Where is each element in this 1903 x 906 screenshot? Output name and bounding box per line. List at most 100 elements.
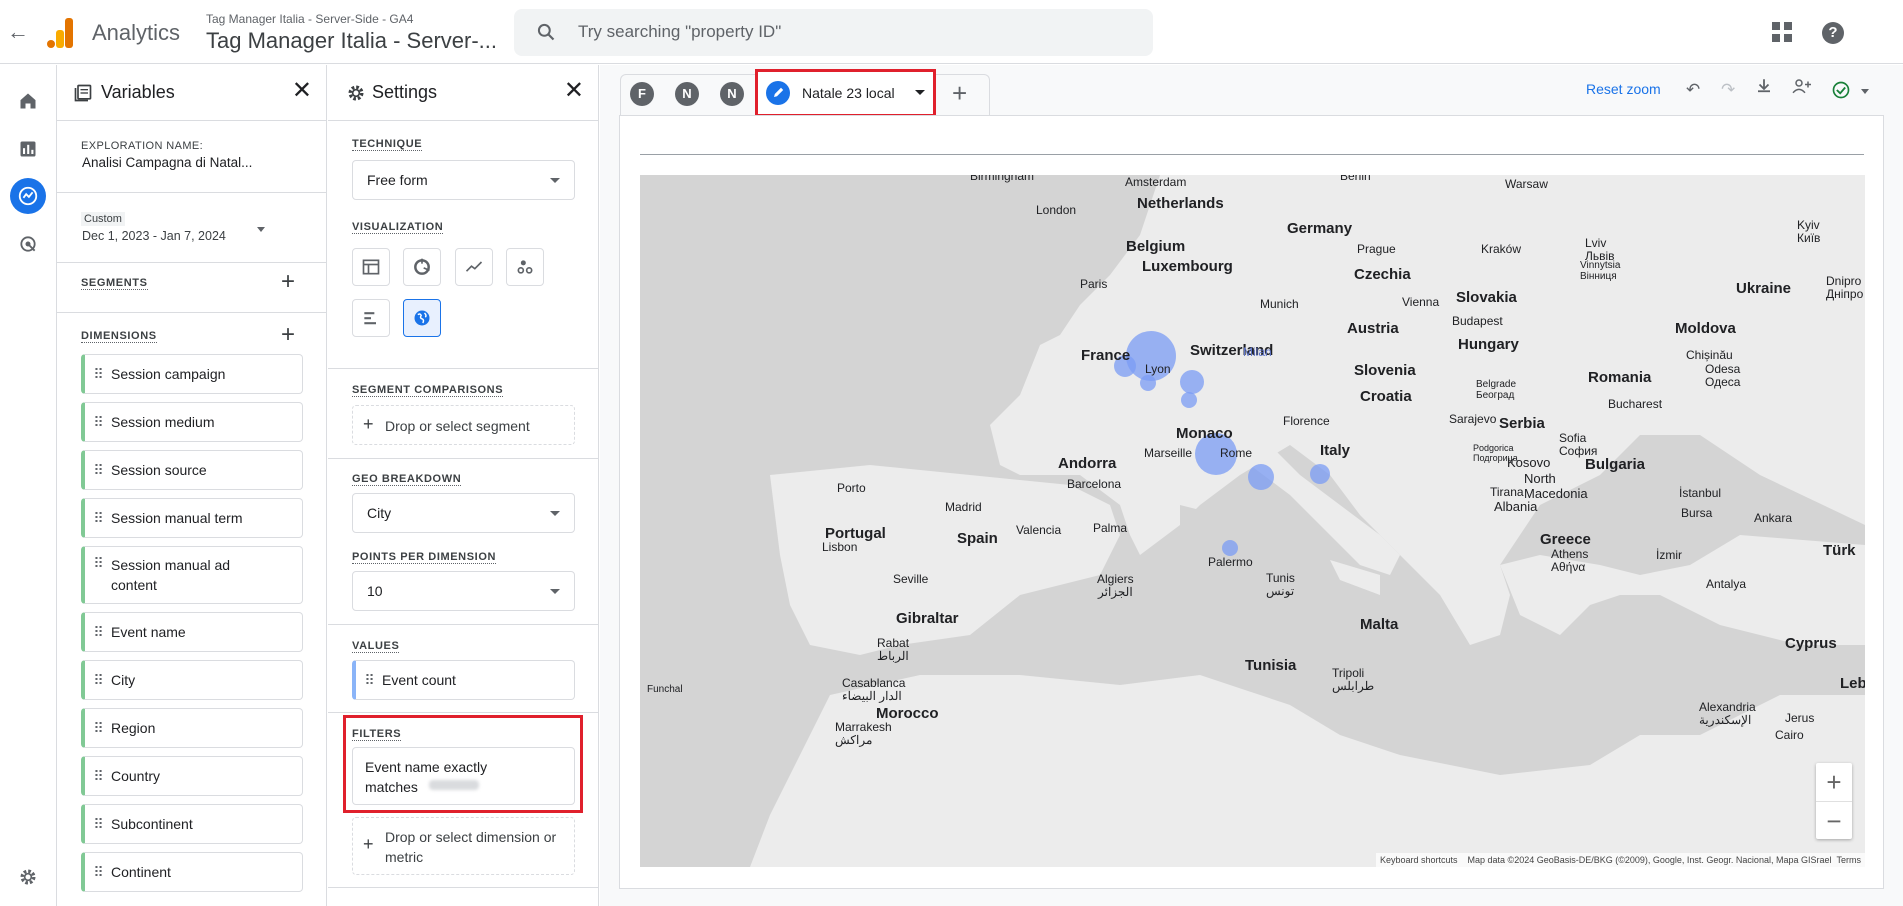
map-label: İstanbul [1679, 486, 1722, 500]
dimension-chip[interactable]: ⠿ Session campaign [81, 354, 303, 394]
drag-handle-icon[interactable]: ⠿ [85, 768, 111, 785]
zoom-out-icon[interactable]: − [1816, 801, 1852, 839]
bubble[interactable] [1248, 464, 1274, 490]
chevron-down-icon [550, 589, 560, 594]
drag-handle-icon[interactable]: ⠿ [85, 462, 111, 479]
advertising-icon[interactable] [12, 228, 44, 260]
drag-handle-icon[interactable]: ⠿ [85, 864, 111, 881]
map-label: Romania [1588, 369, 1652, 386]
map-label: Bulgaria [1585, 456, 1646, 473]
map-label: Vinnytsia Вінниця [1580, 260, 1621, 282]
dimension-chip[interactable]: ⠿ Region [81, 708, 303, 748]
home-icon[interactable] [12, 85, 44, 117]
map-label: Chișinău [1686, 348, 1733, 362]
technique-label: TECHNIQUE [352, 138, 423, 151]
add-tab-icon[interactable]: + [952, 78, 967, 109]
add-segment-icon[interactable]: + [281, 268, 295, 296]
date-range-picker[interactable]: Dec 1, 2023 - Jan 7, 2024 [82, 229, 226, 243]
map-label: Leb [1840, 675, 1865, 692]
status-chevron-icon[interactable] [1861, 89, 1869, 94]
terms-link[interactable]: Terms [1837, 855, 1862, 865]
admin-gear-icon[interactable] [12, 861, 44, 893]
line-viz-icon[interactable] [455, 248, 493, 286]
dimension-chip[interactable]: ⠿ Event name [81, 612, 303, 652]
dimension-chip[interactable]: ⠿ Subcontinent [81, 804, 303, 844]
drag-handle-icon[interactable]: ⠿ [85, 555, 111, 572]
share-user-icon[interactable] [1791, 77, 1813, 100]
filter-drop-zone[interactable]: + Drop or select dimension or metric [352, 817, 575, 875]
map-label: Croatia [1360, 388, 1412, 405]
dimension-chip[interactable]: ⠿ Session medium [81, 402, 303, 442]
map-land-sea [640, 175, 1865, 867]
account-subtitle[interactable]: Tag Manager Italia - Server-Side - GA4 [206, 12, 413, 26]
tab-menu-chevron-icon[interactable] [915, 90, 925, 95]
dimension-chip[interactable]: ⠿ Continent [81, 852, 303, 892]
map-label: Prague [1357, 242, 1396, 256]
date-dropdown-icon[interactable] [257, 227, 265, 232]
geo-map[interactable]: Birmingham Amsterdam Berlin Warsaw Londo… [640, 175, 1865, 867]
bubble[interactable] [1310, 464, 1330, 484]
map-label: Rabat الرباط [877, 636, 910, 663]
bubble-palermo[interactable] [1222, 540, 1238, 556]
close-variables-icon[interactable]: ✕ [292, 79, 312, 103]
map-label: Andorra [1058, 455, 1117, 472]
zoom-in-icon[interactable]: + [1816, 763, 1852, 801]
exploration-name-field[interactable]: Analisi Campagna di Natal... [82, 155, 252, 170]
back-arrow-icon[interactable]: ← [6, 20, 30, 44]
bubble[interactable] [1181, 392, 1197, 408]
keyboard-shortcuts-link[interactable]: Keyboard shortcuts [1380, 855, 1458, 865]
technique-select[interactable]: Free form [352, 160, 575, 200]
map-label: Belgrade Београд [1476, 379, 1517, 401]
dimension-chip[interactable]: ⠿ Country [81, 756, 303, 796]
add-dimension-icon[interactable]: + [281, 321, 295, 349]
reset-zoom-button[interactable]: Reset zoom [1586, 81, 1661, 97]
explore-icon[interactable] [10, 178, 46, 214]
scatter-viz-icon[interactable] [506, 248, 544, 286]
redo-icon[interactable]: ↷ [1721, 80, 1735, 100]
dimension-chip[interactable]: ⠿ Session source [81, 450, 303, 490]
bubble[interactable] [1140, 375, 1156, 391]
drag-handle-icon[interactable]: ⠿ [356, 672, 382, 689]
map-label: Germany [1287, 220, 1353, 237]
apps-grid-icon[interactable] [1772, 22, 1792, 42]
undo-icon[interactable]: ↶ [1686, 80, 1700, 100]
table-viz-icon[interactable] [352, 248, 390, 286]
search-bar[interactable]: Try searching "property ID" [514, 9, 1153, 56]
status-check-icon[interactable] [1831, 80, 1851, 105]
points-per-dimension-select[interactable]: 10 [352, 571, 575, 611]
search-input[interactable]: Try searching "property ID" [578, 22, 781, 42]
drag-handle-icon[interactable]: ⠿ [85, 624, 111, 641]
drag-handle-icon[interactable]: ⠿ [85, 510, 111, 527]
variables-title: Variables [101, 82, 175, 102]
segment-drop-zone[interactable]: + Drop or select segment [352, 405, 575, 445]
map-label: Hungary [1458, 336, 1519, 353]
dimension-chip[interactable]: ⠿ City [81, 660, 303, 700]
dimension-chip[interactable]: ⠿ Session manual term [81, 498, 303, 538]
geo-map-viz-icon[interactable] [403, 299, 441, 337]
chevron-down-icon [550, 511, 560, 516]
bubble-florence[interactable] [1180, 370, 1204, 394]
map-label: Seville [893, 572, 929, 586]
map-label: Czechia [1354, 266, 1411, 283]
property-selector[interactable]: Tag Manager Italia - Server-... [206, 28, 497, 54]
dimension-chip[interactable]: ⠿ Session manual ad content [81, 546, 303, 604]
map-label: Berlin [1340, 175, 1371, 183]
left-nav [0, 65, 56, 906]
donut-viz-icon[interactable] [403, 248, 441, 286]
drag-handle-icon[interactable]: ⠿ [85, 816, 111, 833]
drag-handle-icon[interactable]: ⠿ [85, 366, 111, 383]
map-label: Türk [1823, 542, 1856, 559]
close-settings-icon[interactable]: ✕ [564, 79, 584, 103]
geo-breakdown-select[interactable]: City [352, 493, 575, 533]
map-label: Florence [1283, 414, 1330, 428]
map-label: Albania [1494, 499, 1538, 514]
drag-handle-icon[interactable]: ⠿ [85, 672, 111, 689]
value-chip[interactable]: ⠿ Event count [352, 660, 575, 700]
drag-handle-icon[interactable]: ⠿ [85, 414, 111, 431]
tab-natale-23-local[interactable]: Natale 23 local [755, 69, 936, 117]
download-icon[interactable] [1755, 77, 1773, 100]
bar-viz-icon[interactable] [352, 299, 390, 337]
reports-icon[interactable] [12, 133, 44, 165]
drag-handle-icon[interactable]: ⠿ [85, 720, 111, 737]
help-icon[interactable]: ? [1822, 22, 1844, 44]
